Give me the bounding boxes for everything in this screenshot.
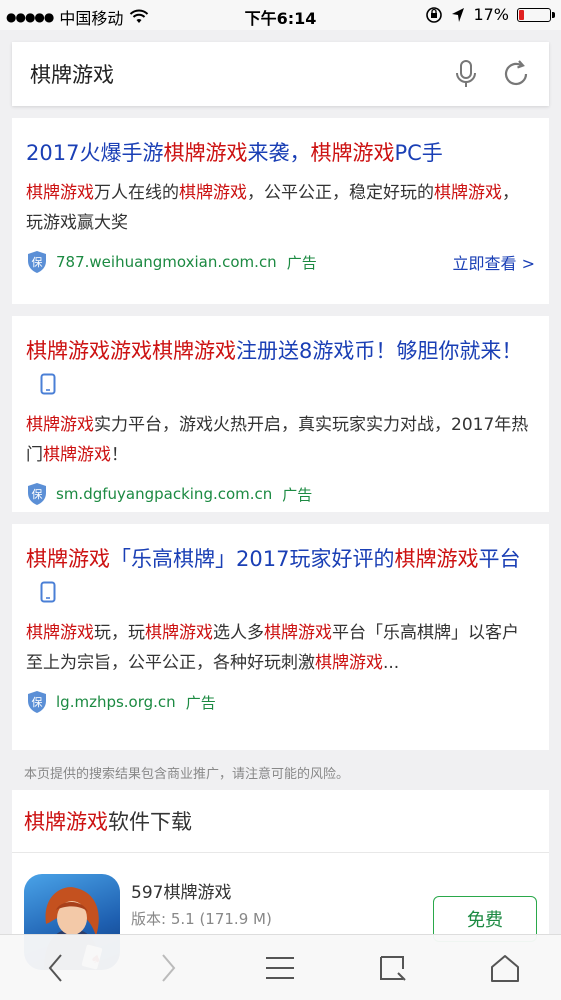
highlight-keyword: 棋牌游戏 bbox=[145, 623, 213, 643]
ad-label: 广告 bbox=[286, 253, 317, 272]
phone-icon bbox=[40, 581, 56, 603]
tabs-icon bbox=[379, 955, 406, 981]
text-segment: 平台 bbox=[478, 547, 521, 571]
download-title-highlight: 棋牌游戏 bbox=[24, 810, 108, 834]
commercial-notice: 本页提供的搜索结果包含商业推广，请注意可能的风险。 bbox=[24, 767, 350, 782]
highlight-keyword: 棋牌游戏 bbox=[26, 623, 94, 643]
orientation-lock-icon bbox=[426, 6, 443, 23]
highlight-keyword: 棋牌游戏 bbox=[434, 183, 502, 203]
phone-icon bbox=[40, 373, 56, 395]
download-title-rest: 软件下载 bbox=[108, 810, 192, 834]
ad-label: 广告 bbox=[282, 485, 313, 504]
back-button[interactable] bbox=[31, 943, 81, 993]
divider bbox=[12, 852, 549, 853]
tabs-button[interactable] bbox=[368, 943, 418, 993]
shield-icon: 保 bbox=[28, 483, 46, 505]
result-title-text[interactable]: 棋牌游戏「乐高棋牌」2017玩家好评的棋牌游戏平台 bbox=[26, 547, 520, 571]
battery-icon bbox=[517, 7, 555, 22]
shield-icon: 保 bbox=[28, 691, 46, 713]
text-segment: 来袭， bbox=[247, 141, 311, 165]
text-segment: ！ bbox=[111, 445, 128, 465]
menu-icon bbox=[266, 956, 295, 979]
result-footer: 保 787.weihuangmoxian.com.cn 广告 立即查看 > bbox=[26, 250, 535, 274]
highlight-keyword: 棋牌游戏 bbox=[43, 445, 111, 465]
highlight-keyword: 棋牌游戏 bbox=[394, 547, 479, 571]
result-title-text[interactable]: 棋牌游戏游戏棋牌游戏注册送8游戏币！够胆你就来！ bbox=[26, 339, 522, 363]
menu-button[interactable] bbox=[255, 943, 305, 993]
highlight-keyword: 棋牌游戏 bbox=[163, 141, 248, 165]
ad-label: 广告 bbox=[185, 693, 216, 712]
result-description: 棋牌游戏万人在线的棋牌游戏，公平公正，稳定好玩的棋牌游戏，玩游戏赢大奖 bbox=[26, 178, 535, 238]
search-input[interactable]: 棋牌游戏 bbox=[30, 59, 449, 89]
text-segment: 万人在线的 bbox=[94, 183, 179, 203]
text-segment: 「乐高棋牌」2017玩家好评的 bbox=[110, 547, 395, 571]
svg-text:保: 保 bbox=[32, 255, 43, 269]
text-segment: 2017火爆手游 bbox=[26, 141, 164, 165]
battery-level bbox=[519, 9, 524, 20]
chevron-right-icon bbox=[162, 953, 176, 982]
text-segment: PC手 bbox=[394, 141, 443, 165]
home-icon bbox=[490, 954, 519, 982]
refresh-icon[interactable] bbox=[499, 57, 533, 91]
highlight-keyword: 棋牌游戏 bbox=[264, 623, 332, 643]
text-segment: 注册送8游戏币！够胆你就来！ bbox=[236, 339, 523, 363]
result-description: 棋牌游戏实力平台，游戏火热开启，真实玩家实力对战，2017年热门棋牌游戏！ bbox=[26, 410, 535, 470]
shield-icon: 保 bbox=[28, 251, 46, 273]
svg-text:保: 保 bbox=[32, 487, 43, 501]
result-footer: 保 sm.dgfuyangpacking.com.cn 广告 bbox=[26, 482, 535, 506]
text-segment: 选人多 bbox=[213, 623, 264, 643]
highlight-keyword: 棋牌游戏 bbox=[310, 141, 395, 165]
result-url[interactable]: lg.mzhps.org.cn bbox=[56, 693, 176, 711]
ad-result-3[interactable]: 棋牌游戏「乐高棋牌」2017玩家好评的棋牌游戏平台 棋牌游戏玩，玩棋牌游戏选人多… bbox=[12, 524, 549, 750]
battery-percent: 17% bbox=[473, 5, 509, 24]
highlight-keyword: 棋牌游戏 bbox=[26, 183, 94, 203]
highlight-keyword: 棋牌游戏游戏棋牌游戏 bbox=[26, 339, 236, 363]
result-title[interactable]: 棋牌游戏「乐高棋牌」2017玩家好评的棋牌游戏平台 bbox=[26, 542, 535, 610]
chevron-left-icon bbox=[48, 953, 62, 982]
highlight-keyword: 棋牌游戏 bbox=[26, 415, 94, 435]
highlight-keyword: 棋牌游戏 bbox=[179, 183, 247, 203]
text-segment: ... bbox=[383, 653, 400, 673]
browser-toolbar bbox=[0, 934, 561, 1000]
result-url[interactable]: sm.dgfuyangpacking.com.cn bbox=[56, 485, 272, 503]
ad-result-1[interactable]: 2017火爆手游棋牌游戏来袭，棋牌游戏PC手 棋牌游戏万人在线的棋牌游戏，公平公… bbox=[12, 118, 549, 304]
result-title[interactable]: 2017火爆手游棋牌游戏来袭，棋牌游戏PC手 bbox=[26, 136, 535, 170]
search-bar[interactable]: 棋牌游戏 bbox=[12, 42, 549, 106]
app-name[interactable]: 597棋牌游戏 bbox=[131, 878, 231, 903]
location-icon bbox=[452, 7, 465, 22]
text-segment: 玩，玩 bbox=[94, 623, 145, 643]
result-description: 棋牌游戏玩，玩棋牌游戏选人多棋牌游戏平台「乐高棋牌」以客户至上为宗旨，公平公正，… bbox=[26, 618, 535, 678]
result-footer: 保 lg.mzhps.org.cn 广告 bbox=[26, 690, 535, 714]
result-url[interactable]: 787.weihuangmoxian.com.cn bbox=[56, 253, 277, 271]
status-right: 17% bbox=[425, 5, 555, 24]
text-segment: ，公平公正，稳定好玩的 bbox=[247, 183, 434, 203]
download-title[interactable]: 棋牌游戏软件下载 bbox=[24, 806, 192, 836]
result-title[interactable]: 棋牌游戏游戏棋牌游戏注册送8游戏币！够胆你就来！ bbox=[26, 334, 535, 402]
status-bar: ●●●●● 中国移动 下午6:14 17% bbox=[0, 0, 561, 30]
microphone-icon[interactable] bbox=[449, 57, 483, 91]
view-now-link[interactable]: 立即查看 > bbox=[453, 250, 536, 274]
highlight-keyword: 棋牌游戏 bbox=[315, 653, 383, 673]
highlight-keyword: 棋牌游戏 bbox=[26, 547, 110, 571]
forward-button[interactable] bbox=[143, 943, 193, 993]
home-button[interactable] bbox=[480, 943, 530, 993]
ad-result-2[interactable]: 棋牌游戏游戏棋牌游戏注册送8游戏币！够胆你就来！ 棋牌游戏实力平台，游戏火热开启… bbox=[12, 316, 549, 512]
svg-text:保: 保 bbox=[32, 695, 43, 709]
app-version: 版本: 5.1 (171.9 M) bbox=[131, 910, 272, 928]
